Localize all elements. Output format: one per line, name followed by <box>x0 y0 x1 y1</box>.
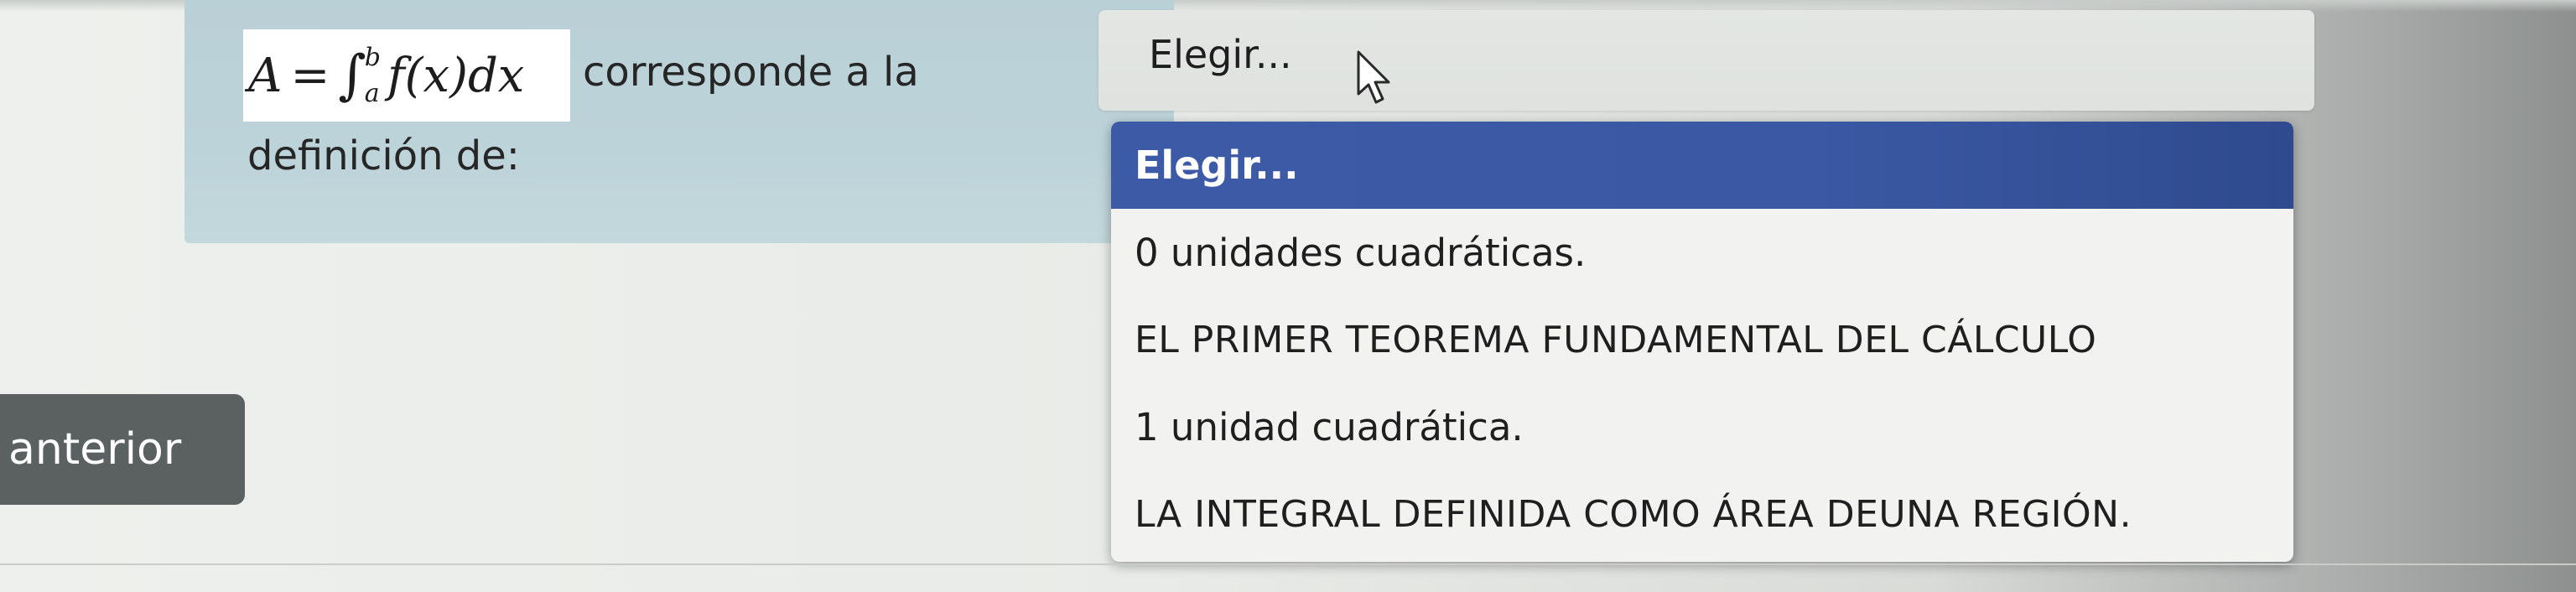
formula-lhs: A <box>248 48 283 103</box>
answer-dropdown-list: Elegir... 0 unidades cuadráticas. EL PRI… <box>1111 122 2293 562</box>
formula-integrand: f(x)dx <box>387 48 525 103</box>
integral-limits: b a <box>365 43 381 108</box>
option-label: EL PRIMER TEOREMA FUNDAMENTAL DEL CÁLCUL… <box>1135 318 2097 361</box>
arrow-pointer-icon <box>1357 50 1390 104</box>
question-text-line-2: definición de: <box>247 132 520 179</box>
dropdown-option-primer-teorema[interactable]: EL PRIMER TEOREMA FUNDAMENTAL DEL CÁLCUL… <box>1111 296 2293 383</box>
integral-lower-limit: a <box>364 79 380 108</box>
option-label: 1 unidad cuadrática. <box>1135 404 1524 449</box>
divider <box>0 563 2576 565</box>
dropdown-option-0-unidades[interactable]: 0 unidades cuadráticas. <box>1111 209 2293 296</box>
option-label: Elegir... <box>1135 143 1299 188</box>
answer-select-value: Elegir... <box>1149 32 1292 77</box>
formula-equals: = <box>290 48 330 103</box>
option-label: 0 unidades cuadráticas. <box>1135 230 1587 275</box>
dropdown-option-elegir[interactable]: Elegir... <box>1111 122 2293 209</box>
dropdown-option-1-unidad[interactable]: 1 unidad cuadrática. <box>1111 383 2293 470</box>
integral-formula: A = ∫ b a f(x)dx <box>243 29 570 122</box>
previous-button[interactable]: anterior <box>0 394 245 505</box>
integral-sign: ∫ <box>338 44 366 106</box>
dropdown-option-integral-definida[interactable]: LA INTEGRAL DEFINIDA COMO ÁREA DEUNA REG… <box>1111 470 2293 558</box>
integral-upper-limit: b <box>364 43 381 72</box>
option-label: LA INTEGRAL DEFINIDA COMO ÁREA DEUNA REG… <box>1135 492 2132 536</box>
question-text-line-1: corresponde a la <box>583 49 919 96</box>
